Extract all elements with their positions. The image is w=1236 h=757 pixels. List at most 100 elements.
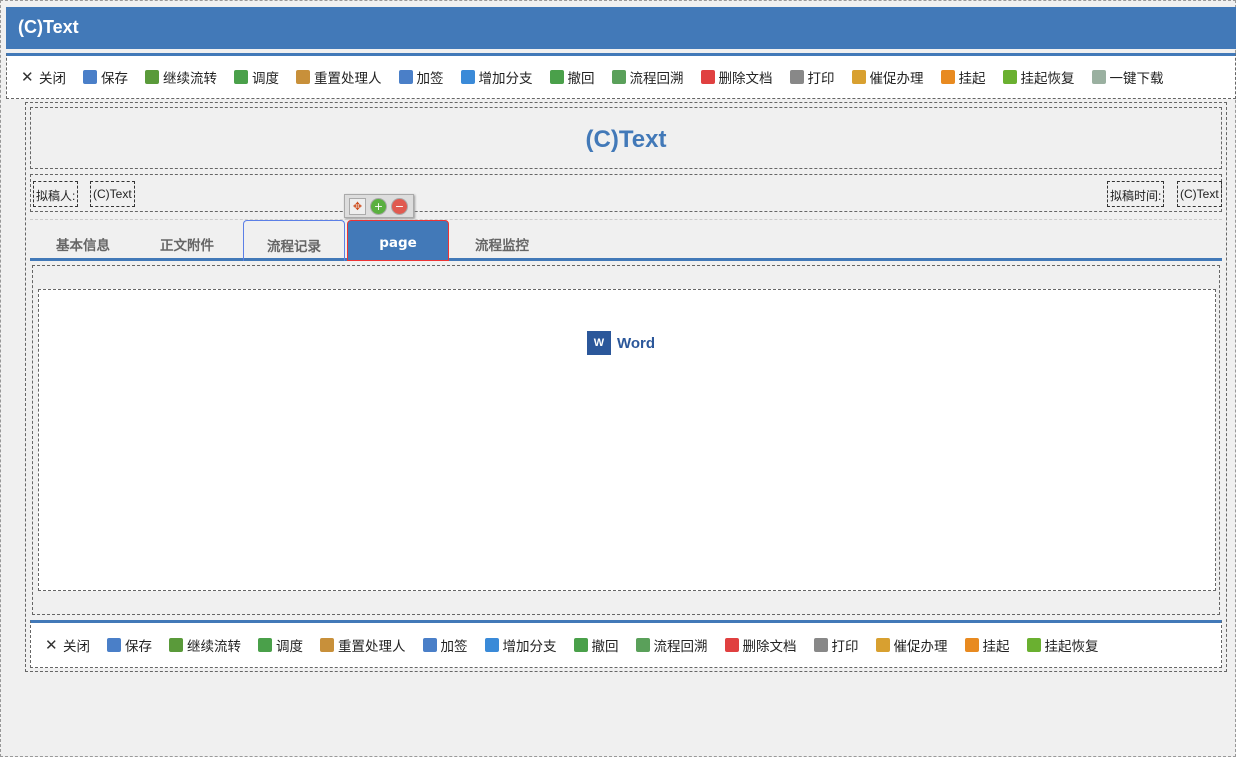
urge-icon (851, 70, 866, 84)
toolbar-label: 撤回 (567, 71, 595, 87)
undo-button[interactable]: 撤回 (573, 635, 619, 655)
delete-icon (724, 638, 739, 652)
info-row: 拟稿人: (C)Text 拟稿时间: (C)Text (30, 174, 1222, 212)
forward-button[interactable]: 继续流转 (169, 635, 241, 655)
save-button[interactable]: 保存 (107, 635, 152, 655)
word-label: Word (617, 334, 656, 352)
undo-button[interactable]: 撤回 (549, 67, 595, 87)
toolbar-label: 调度 (252, 71, 279, 87)
save-icon (107, 638, 121, 652)
dispatch-button[interactable]: 调度 (258, 635, 303, 655)
delete-button[interactable]: 删除文档 (700, 67, 773, 87)
bottom-toolbar: ✕ 关闭 保存 继续流转 调度 重置处理人 加签 增加分支 撤回 流程回溯 删除文档 打印 催促办理 挂起… (30, 620, 1222, 668)
top-toolbar: ✕ 关闭 保存 继续流转 调度 重置处理人 加签 增加分支 撤回 流程回溯 删除文档 打印 催促办理 挂起… (6, 53, 1236, 99)
pause-button[interactable]: 挂起 (940, 67, 986, 87)
app-title: (C)Text (18, 17, 79, 37)
history-button[interactable]: 流程回溯 (611, 67, 684, 87)
branch-button[interactable]: 增加分支 (460, 67, 533, 87)
word-link[interactable]: W Word (587, 331, 655, 355)
reset-user-icon (296, 70, 310, 84)
drafter-label: 拟稿人: (33, 181, 79, 207)
toolbar-label: 删除文档 (742, 639, 797, 655)
toolbar-label: 催促办理 (893, 639, 948, 655)
close-icon: ✕ (21, 68, 34, 86)
add-sign-icon (398, 70, 413, 84)
close-button[interactable]: ✕ 关闭 (21, 67, 66, 88)
reset-user-button[interactable]: 重置处理人 (296, 67, 382, 87)
pause-button[interactable]: 挂起 (964, 635, 1010, 655)
toolbar-label: 增加分支 (478, 71, 533, 87)
word-icon: W (587, 331, 611, 355)
add-icon[interactable]: + (370, 198, 387, 215)
toolbar-label: 流程回溯 (629, 71, 684, 87)
toolbar-label: 打印 (807, 71, 835, 87)
toolbar-label: 重置处理人 (314, 71, 382, 87)
draft-date-value: (C)Text (1177, 181, 1222, 207)
toolbar-label: 撤回 (591, 639, 619, 655)
tab-page[interactable]: page (347, 220, 449, 261)
urge-button[interactable]: 催促办理 (851, 67, 924, 87)
urge-icon (875, 638, 890, 652)
reset-user-button[interactable]: 重置处理人 (320, 635, 406, 655)
toolbar-label: 挂起 (958, 71, 986, 87)
toolbar-label: 保存 (101, 71, 128, 87)
tab-bar: 基本信息 正文附件 流程记录 page 流程监控 (30, 219, 1222, 261)
tab-flow-record[interactable]: 流程记录 (243, 220, 345, 261)
toolbar-label: 挂起恢复 (1044, 639, 1099, 655)
branch-icon (484, 638, 499, 652)
forward-icon (169, 638, 183, 652)
toolbar-label: 重置处理人 (338, 639, 406, 655)
toolbar-label: 继续流转 (163, 71, 217, 87)
add-sign-button[interactable]: 加签 (398, 67, 444, 87)
pause-icon (964, 638, 979, 652)
draft-date-label: 拟稿时间: (1107, 181, 1165, 207)
toolbar-label: 催促办理 (869, 71, 924, 87)
reset-user-icon (320, 638, 334, 652)
tab-attachments[interactable]: 正文附件 (136, 220, 238, 261)
save-icon (83, 70, 97, 84)
forward-icon (145, 70, 159, 84)
resume-button[interactable]: 挂起恢复 (1002, 67, 1075, 87)
toolbar-label: 一键下载 (1109, 71, 1164, 87)
download-button[interactable]: 一键下载 (1091, 67, 1164, 87)
toolbar-label: 加签 (440, 639, 468, 655)
toolbar-label: 打印 (831, 639, 859, 655)
forward-button[interactable]: 继续流转 (145, 67, 217, 87)
remove-icon[interactable]: − (391, 198, 408, 215)
app-title-bar: (C)Text (6, 7, 1236, 49)
branch-button[interactable]: 增加分支 (484, 635, 557, 655)
word-panel: W Word (38, 289, 1216, 591)
tab-content: W Word (32, 265, 1220, 615)
save-button[interactable]: 保存 (83, 67, 128, 87)
delete-icon (700, 70, 715, 84)
tab-flow-monitor[interactable]: 流程监控 (451, 220, 553, 261)
history-icon (635, 638, 650, 652)
print-button[interactable]: 打印 (789, 67, 835, 87)
resume-icon (1002, 70, 1017, 84)
resume-button[interactable]: 挂起恢复 (1026, 635, 1099, 655)
dispatch-button[interactable]: 调度 (234, 67, 279, 87)
toolbar-label: 关闭 (39, 71, 66, 87)
download-icon (1091, 70, 1106, 84)
print-button[interactable]: 打印 (813, 635, 859, 655)
toolbar-label: 调度 (276, 639, 303, 655)
move-icon[interactable]: ✥ (349, 198, 366, 215)
print-icon (813, 638, 828, 652)
pause-icon (940, 70, 955, 84)
undo-icon (549, 70, 564, 84)
form-title: (C)Text (30, 107, 1222, 169)
close-icon: ✕ (45, 636, 58, 654)
history-button[interactable]: 流程回溯 (635, 635, 708, 655)
toolbar-label: 增加分支 (502, 639, 557, 655)
tab-basic-info[interactable]: 基本信息 (32, 220, 134, 261)
resume-icon (1026, 638, 1041, 652)
delete-button[interactable]: 删除文档 (724, 635, 797, 655)
toolbar-label: 关闭 (63, 639, 90, 655)
add-sign-button[interactable]: 加签 (422, 635, 468, 655)
add-sign-icon (422, 638, 437, 652)
urge-button[interactable]: 催促办理 (875, 635, 948, 655)
branch-icon (460, 70, 475, 84)
form-container: (C)Text 拟稿人: (C)Text 拟稿时间: (C)Text ✥ + −… (25, 102, 1227, 672)
history-icon (611, 70, 626, 84)
close-button[interactable]: ✕ 关闭 (45, 635, 90, 656)
